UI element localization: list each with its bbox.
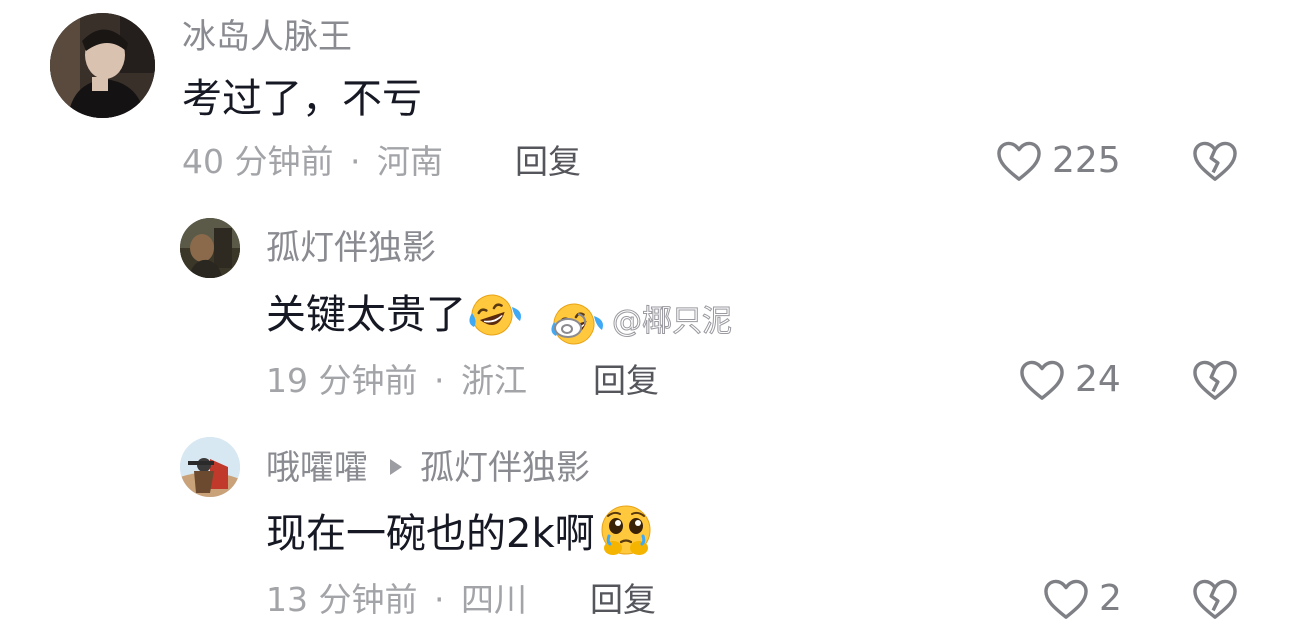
like-count: 24 — [1075, 359, 1121, 400]
comment-author[interactable]: 哦嚯嚯 — [266, 448, 368, 488]
meta-separator: · — [433, 361, 445, 400]
like-button[interactable]: 2 — [1043, 578, 1122, 620]
weibo-logo — [554, 313, 587, 338]
like-count: 2 — [1099, 578, 1122, 619]
heart-outline-icon — [1044, 579, 1088, 619]
reply-button[interactable]: 回复 — [515, 145, 581, 178]
comment-meta: 13 分钟前 · 四川 — [266, 583, 527, 616]
comment-text: 现在一碗也的2k啊 — [266, 505, 655, 558]
meta-separator: · — [433, 580, 445, 619]
broken-heart-icon — [1193, 579, 1237, 619]
broken-heart-icon — [1193, 360, 1237, 400]
comment-username: 哦嚯嚯 孤灯伴独影 — [266, 451, 590, 485]
comment-text: 考过了，不亏 — [182, 76, 422, 122]
comment-location: 四川 — [460, 580, 527, 619]
comment-text: 关键太贵了 — [266, 292, 526, 338]
comment-username[interactable]: 孤灯伴独影 — [266, 231, 436, 265]
reply-to-username[interactable]: 孤灯伴独影 — [420, 448, 590, 488]
broken-heart-icon — [1193, 141, 1237, 181]
comment-location: 浙江 — [460, 361, 527, 400]
like-button[interactable]: 24 — [1019, 359, 1121, 401]
heart-outline-icon — [997, 141, 1041, 181]
comment-time: 13 分钟前 — [266, 580, 418, 619]
heart-outline-icon — [1020, 360, 1064, 400]
like-count: 225 — [1052, 140, 1121, 181]
dislike-button[interactable] — [1192, 359, 1238, 405]
comment-text-content: 关键太贵了 — [266, 292, 466, 338]
comment-text-content: 现在一碗也的2k啊 — [266, 511, 595, 557]
comment-meta: 40 分钟前 · 河南 — [182, 145, 443, 178]
comment-location: 河南 — [376, 142, 443, 181]
avatar[interactable] — [180, 437, 240, 497]
like-button[interactable]: 225 — [996, 140, 1121, 182]
comment-time: 40 分钟前 — [182, 142, 334, 181]
dislike-button[interactable] — [1192, 578, 1238, 624]
reply-button[interactable]: 回复 — [590, 583, 656, 616]
dislike-button[interactable] — [1192, 140, 1238, 186]
pleading-emoji — [601, 505, 651, 555]
avatar[interactable] — [180, 218, 240, 278]
comment-username[interactable]: 冰岛人脉王 — [182, 20, 352, 54]
reply-arrow-icon — [390, 458, 402, 475]
laughing-crying-emoji — [469, 294, 521, 336]
watermark-text: @椰只泥 — [612, 304, 733, 339]
reply-button[interactable]: 回复 — [593, 364, 659, 397]
comment-meta: 19 分钟前 · 浙江 — [266, 364, 527, 397]
comment-time: 19 分钟前 — [266, 361, 418, 400]
meta-separator: · — [349, 142, 361, 181]
watermark: @椰只泥 — [548, 298, 733, 346]
avatar[interactable] — [50, 13, 155, 118]
